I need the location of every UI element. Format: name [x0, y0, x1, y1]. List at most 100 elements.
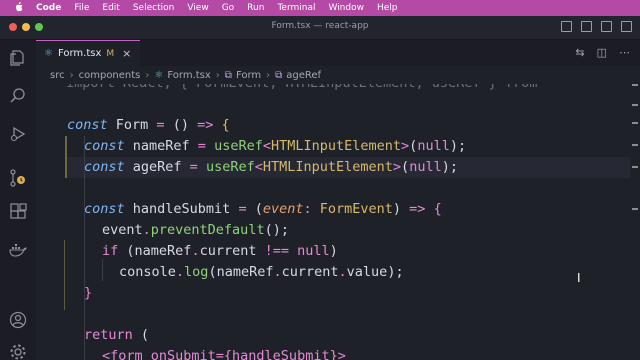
- code-line: console.log(nameRef.current.value);: [119, 262, 404, 283]
- activity-bar: [0, 40, 36, 360]
- overview-ruler-mark: [632, 104, 638, 106]
- docker-icon[interactable]: [8, 240, 28, 260]
- menu-view[interactable]: View: [187, 3, 208, 13]
- code-token: event: [262, 201, 304, 217]
- code-token: return: [84, 327, 133, 343]
- code-token: const: [84, 138, 125, 154]
- code-token: .: [142, 222, 151, 238]
- git-change-marker: [65, 136, 67, 178]
- menu-window[interactable]: Window: [328, 3, 364, 13]
- customize-layout-icon[interactable]: [621, 21, 632, 32]
- chevron-right-icon: ›: [266, 69, 271, 81]
- code-token: }: [84, 285, 93, 301]
- code-token: nameRef: [216, 264, 274, 280]
- menu-run[interactable]: Run: [247, 3, 264, 13]
- code-token: (: [132, 327, 150, 343]
- code-token: current: [199, 243, 265, 259]
- menu-edit[interactable]: Edit: [102, 3, 119, 13]
- overview-ruler-mark: [632, 144, 638, 146]
- code-line: event.preventDefault();: [102, 220, 289, 241]
- code-token: {: [213, 117, 230, 133]
- code-editor[interactable]: import React, { FormEvent, HTMLInputElem…: [36, 84, 630, 360]
- source-control-icon[interactable]: [8, 168, 28, 188]
- code-token: useRef: [197, 159, 255, 175]
- breadcrumb-components[interactable]: components: [79, 70, 141, 81]
- code-token: (): [164, 117, 198, 133]
- code-token: nameRef: [134, 243, 192, 259]
- code-token: =>: [197, 117, 214, 133]
- code-token: :: [303, 201, 320, 217]
- code-line: }: [84, 283, 92, 304]
- overview-ruler-mark: [632, 208, 638, 210]
- code-token: value: [346, 264, 388, 280]
- code-line: if (nameRef.current !== null): [102, 241, 338, 262]
- code-token: .: [338, 264, 347, 280]
- code-token: ();: [264, 222, 289, 238]
- code-token: .: [175, 264, 185, 280]
- code-token: {: [425, 201, 442, 217]
- code-line: return (: [84, 325, 149, 346]
- code-token: .: [273, 264, 282, 280]
- code-token: handleSubmit: [124, 201, 239, 217]
- code-token: =>: [409, 201, 426, 217]
- modified-badge: M: [106, 48, 115, 59]
- more-actions-icon[interactable]: ⋯: [619, 46, 630, 59]
- menu-go[interactable]: Go: [222, 3, 234, 13]
- mouse-ibeam-cursor: I: [577, 271, 581, 285]
- breadcrumb-file[interactable]: Form.tsx: [167, 70, 210, 81]
- toggle-panel-icon[interactable]: [581, 21, 592, 32]
- code-line-form: <form onSubmit={handleSubmit}>: [102, 348, 346, 360]
- code-token: const: [84, 201, 125, 217]
- code-token: (: [246, 201, 263, 217]
- close-tab-icon[interactable]: ×: [122, 47, 131, 60]
- apple-icon[interactable]: [14, 1, 26, 15]
- code-line: const handleSubmit = (event: FormEvent) …: [84, 199, 442, 220]
- menu-selection[interactable]: Selection: [133, 3, 174, 13]
- symbol-variable-icon: ⧉: [275, 69, 283, 81]
- code-token: ): [392, 201, 410, 217]
- editor-tab-bar: ⚛ Form.tsx M × ⇆ ◫ ⋯: [36, 40, 640, 66]
- run-debug-icon[interactable]: [8, 124, 28, 144]
- menu-file[interactable]: File: [74, 3, 89, 13]
- code-token: );: [387, 264, 404, 280]
- editor-scrollbar[interactable]: [630, 84, 640, 360]
- menu-terminal[interactable]: Terminal: [277, 3, 315, 13]
- code-token: (: [401, 159, 410, 175]
- code-token: =: [156, 117, 165, 133]
- window-title: Form.tsx — react-app: [271, 21, 369, 31]
- overview-ruler-mark: [632, 166, 638, 168]
- account-icon[interactable]: [8, 310, 28, 330]
- extensions-icon[interactable]: [8, 202, 28, 222]
- menu-bar: Code File Edit Selection View Go Run Ter…: [0, 0, 640, 16]
- toggle-secondary-sidebar-icon[interactable]: [601, 21, 612, 32]
- react-file-icon: ⚛: [154, 69, 164, 81]
- code-token: const: [67, 117, 108, 133]
- code-token: <: [254, 159, 263, 175]
- menu-code[interactable]: Code: [36, 3, 61, 13]
- symbol-variable-icon: ⧉: [224, 69, 232, 81]
- indent-guide: [102, 259, 103, 281]
- code-token: =: [197, 138, 206, 154]
- breadcrumb-ageref[interactable]: ageRef: [286, 70, 321, 81]
- code-token: >: [392, 159, 402, 175]
- split-editor-icon[interactable]: ◫: [597, 46, 607, 59]
- breadcrumb: src › components › ⚛ Form.tsx › ⧉ Form ›…: [36, 66, 640, 84]
- code-token: event: [102, 222, 143, 238]
- open-changes-icon[interactable]: ⇆: [575, 46, 584, 59]
- code-token: Form: [107, 117, 157, 133]
- breadcrumb-src[interactable]: src: [50, 70, 65, 81]
- toggle-primary-sidebar-icon[interactable]: [561, 21, 572, 32]
- code-token: ageRef: [124, 159, 190, 175]
- tab-form-tsx[interactable]: ⚛ Form.tsx M ×: [36, 40, 140, 66]
- breadcrumb-form[interactable]: Form: [236, 70, 261, 81]
- chevron-right-icon: ›: [215, 69, 220, 81]
- bracket-guide: [64, 240, 65, 310]
- code-line: const Form = () => {: [67, 115, 230, 136]
- settings-gear-icon[interactable]: [8, 342, 28, 360]
- menu-help[interactable]: Help: [377, 3, 398, 13]
- explorer-icon[interactable]: [8, 48, 28, 68]
- code-token: (: [208, 264, 217, 280]
- code-line-import: import React, { FormEvent, HTMLInputElem…: [66, 84, 537, 94]
- code-token: preventDefault: [150, 222, 265, 238]
- search-icon[interactable]: [8, 86, 28, 106]
